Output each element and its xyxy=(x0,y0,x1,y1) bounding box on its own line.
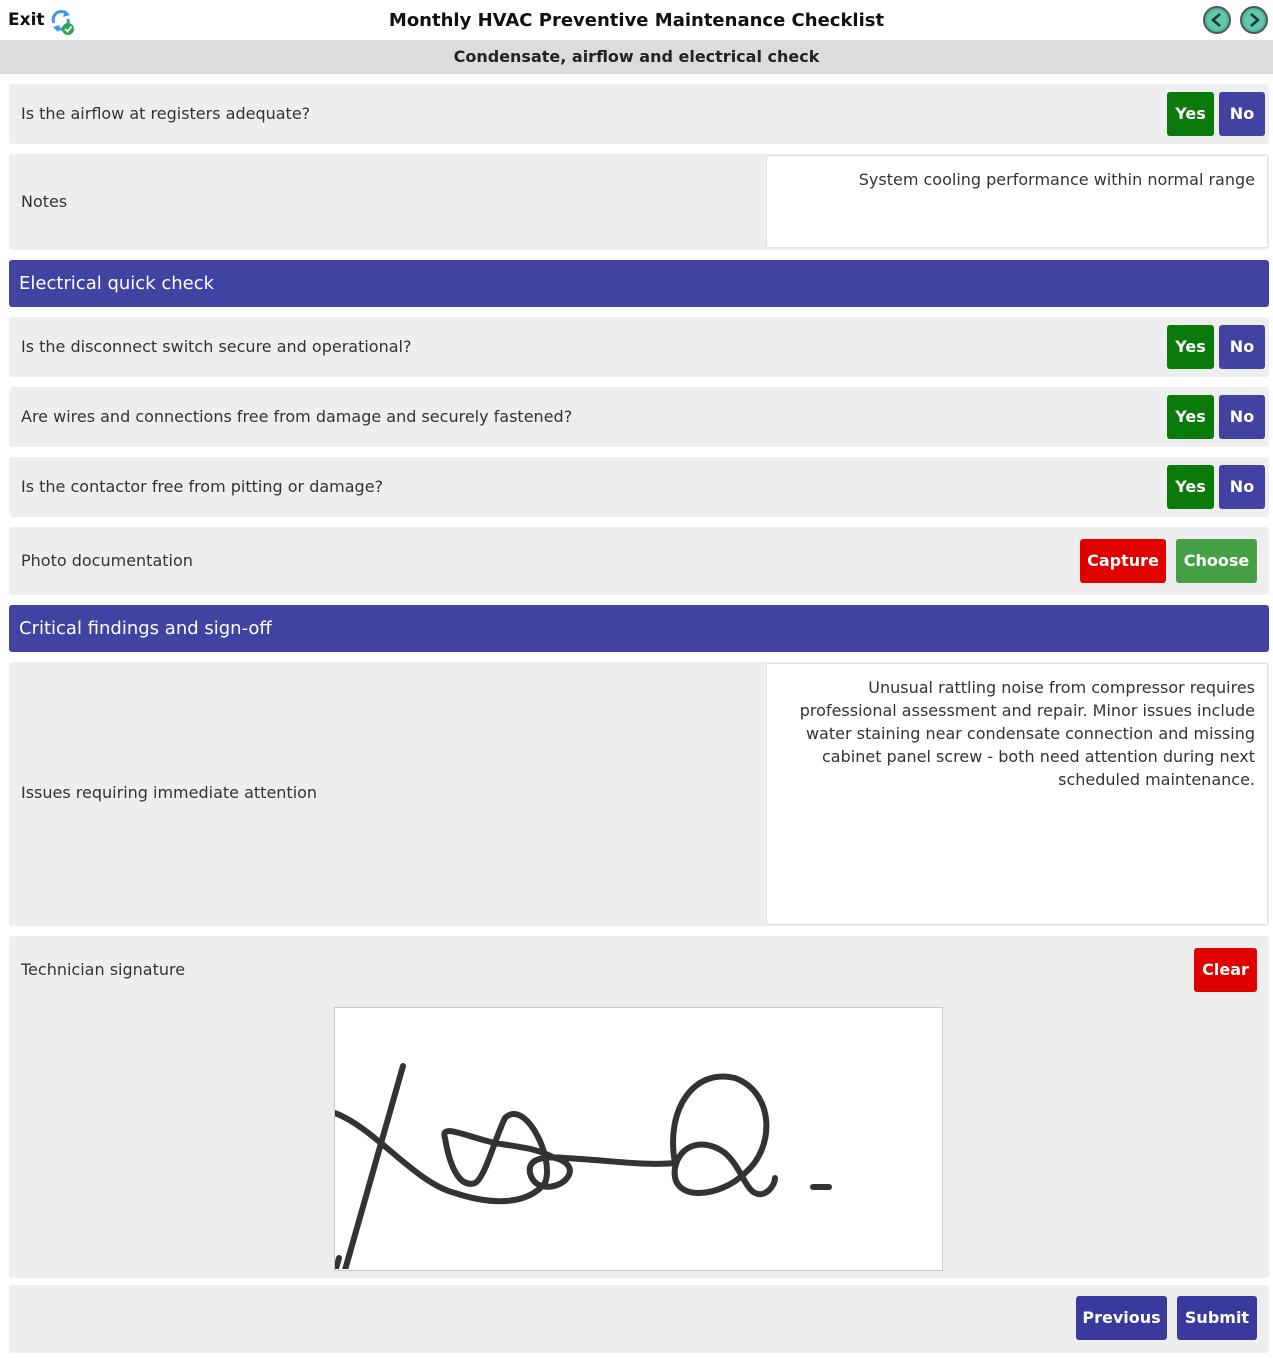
no-button[interactable]: No xyxy=(1219,92,1265,136)
no-button[interactable]: No xyxy=(1219,465,1265,509)
issues-row: Issues requiring immediate attention Unu… xyxy=(9,662,1269,926)
no-button[interactable]: No xyxy=(1219,395,1265,439)
signature-pad[interactable] xyxy=(332,1007,943,1275)
section-header-critical: Critical findings and sign-off xyxy=(9,605,1269,652)
notes-label: Notes xyxy=(21,192,68,211)
notes-row: Notes System cooling performance within … xyxy=(9,154,1269,250)
question-row-airflow: Is the airflow at registers adequate? Ye… xyxy=(9,84,1269,144)
question-label: Is the airflow at registers adequate? xyxy=(21,104,311,123)
previous-button[interactable]: Previous xyxy=(1076,1296,1167,1340)
no-button[interactable]: No xyxy=(1219,325,1265,369)
choose-button[interactable]: Choose xyxy=(1176,539,1257,583)
yes-button[interactable]: Yes xyxy=(1167,325,1214,369)
section-header-electrical: Electrical quick check xyxy=(9,260,1269,307)
yes-button[interactable]: Yes xyxy=(1167,92,1214,136)
question-label: Is the contactor free from pitting or da… xyxy=(21,477,384,496)
photo-row: Photo documentation Capture Choose xyxy=(9,527,1269,595)
question-row-disconnect: Is the disconnect switch secure and oper… xyxy=(9,317,1269,377)
section-subtitle: Condensate, airflow and electrical check xyxy=(0,40,1273,74)
capture-button[interactable]: Capture xyxy=(1080,539,1166,583)
issues-textarea[interactable]: Unusual rattling noise from compressor r… xyxy=(766,663,1268,925)
footer-bar: Previous Submit xyxy=(9,1285,1269,1353)
question-label: Is the disconnect switch secure and oper… xyxy=(21,337,412,356)
page-title: Monthly HVAC Preventive Maintenance Chec… xyxy=(388,10,885,31)
question-label: Are wires and connections free from dama… xyxy=(21,407,573,426)
question-row-contactor: Is the contactor free from pitting or da… xyxy=(9,457,1269,517)
issues-label: Issues requiring immediate attention xyxy=(21,783,318,802)
photo-label: Photo documentation xyxy=(21,551,193,570)
signature-label: Technician signature xyxy=(21,960,186,979)
next-page-icon[interactable] xyxy=(1239,5,1269,35)
question-row-wires: Are wires and connections free from dama… xyxy=(9,387,1269,447)
notes-textarea[interactable]: System cooling performance within normal… xyxy=(766,155,1268,248)
submit-button[interactable]: Submit xyxy=(1177,1296,1257,1340)
clear-signature-button[interactable]: Clear xyxy=(1194,948,1257,992)
yes-button[interactable]: Yes xyxy=(1167,465,1214,509)
yes-button[interactable]: Yes xyxy=(1167,395,1214,439)
top-bar: Exit Monthly HVAC Preventive Maintenance… xyxy=(0,0,1273,40)
previous-page-icon[interactable] xyxy=(1202,5,1232,35)
signature-drawing xyxy=(332,1063,832,1275)
